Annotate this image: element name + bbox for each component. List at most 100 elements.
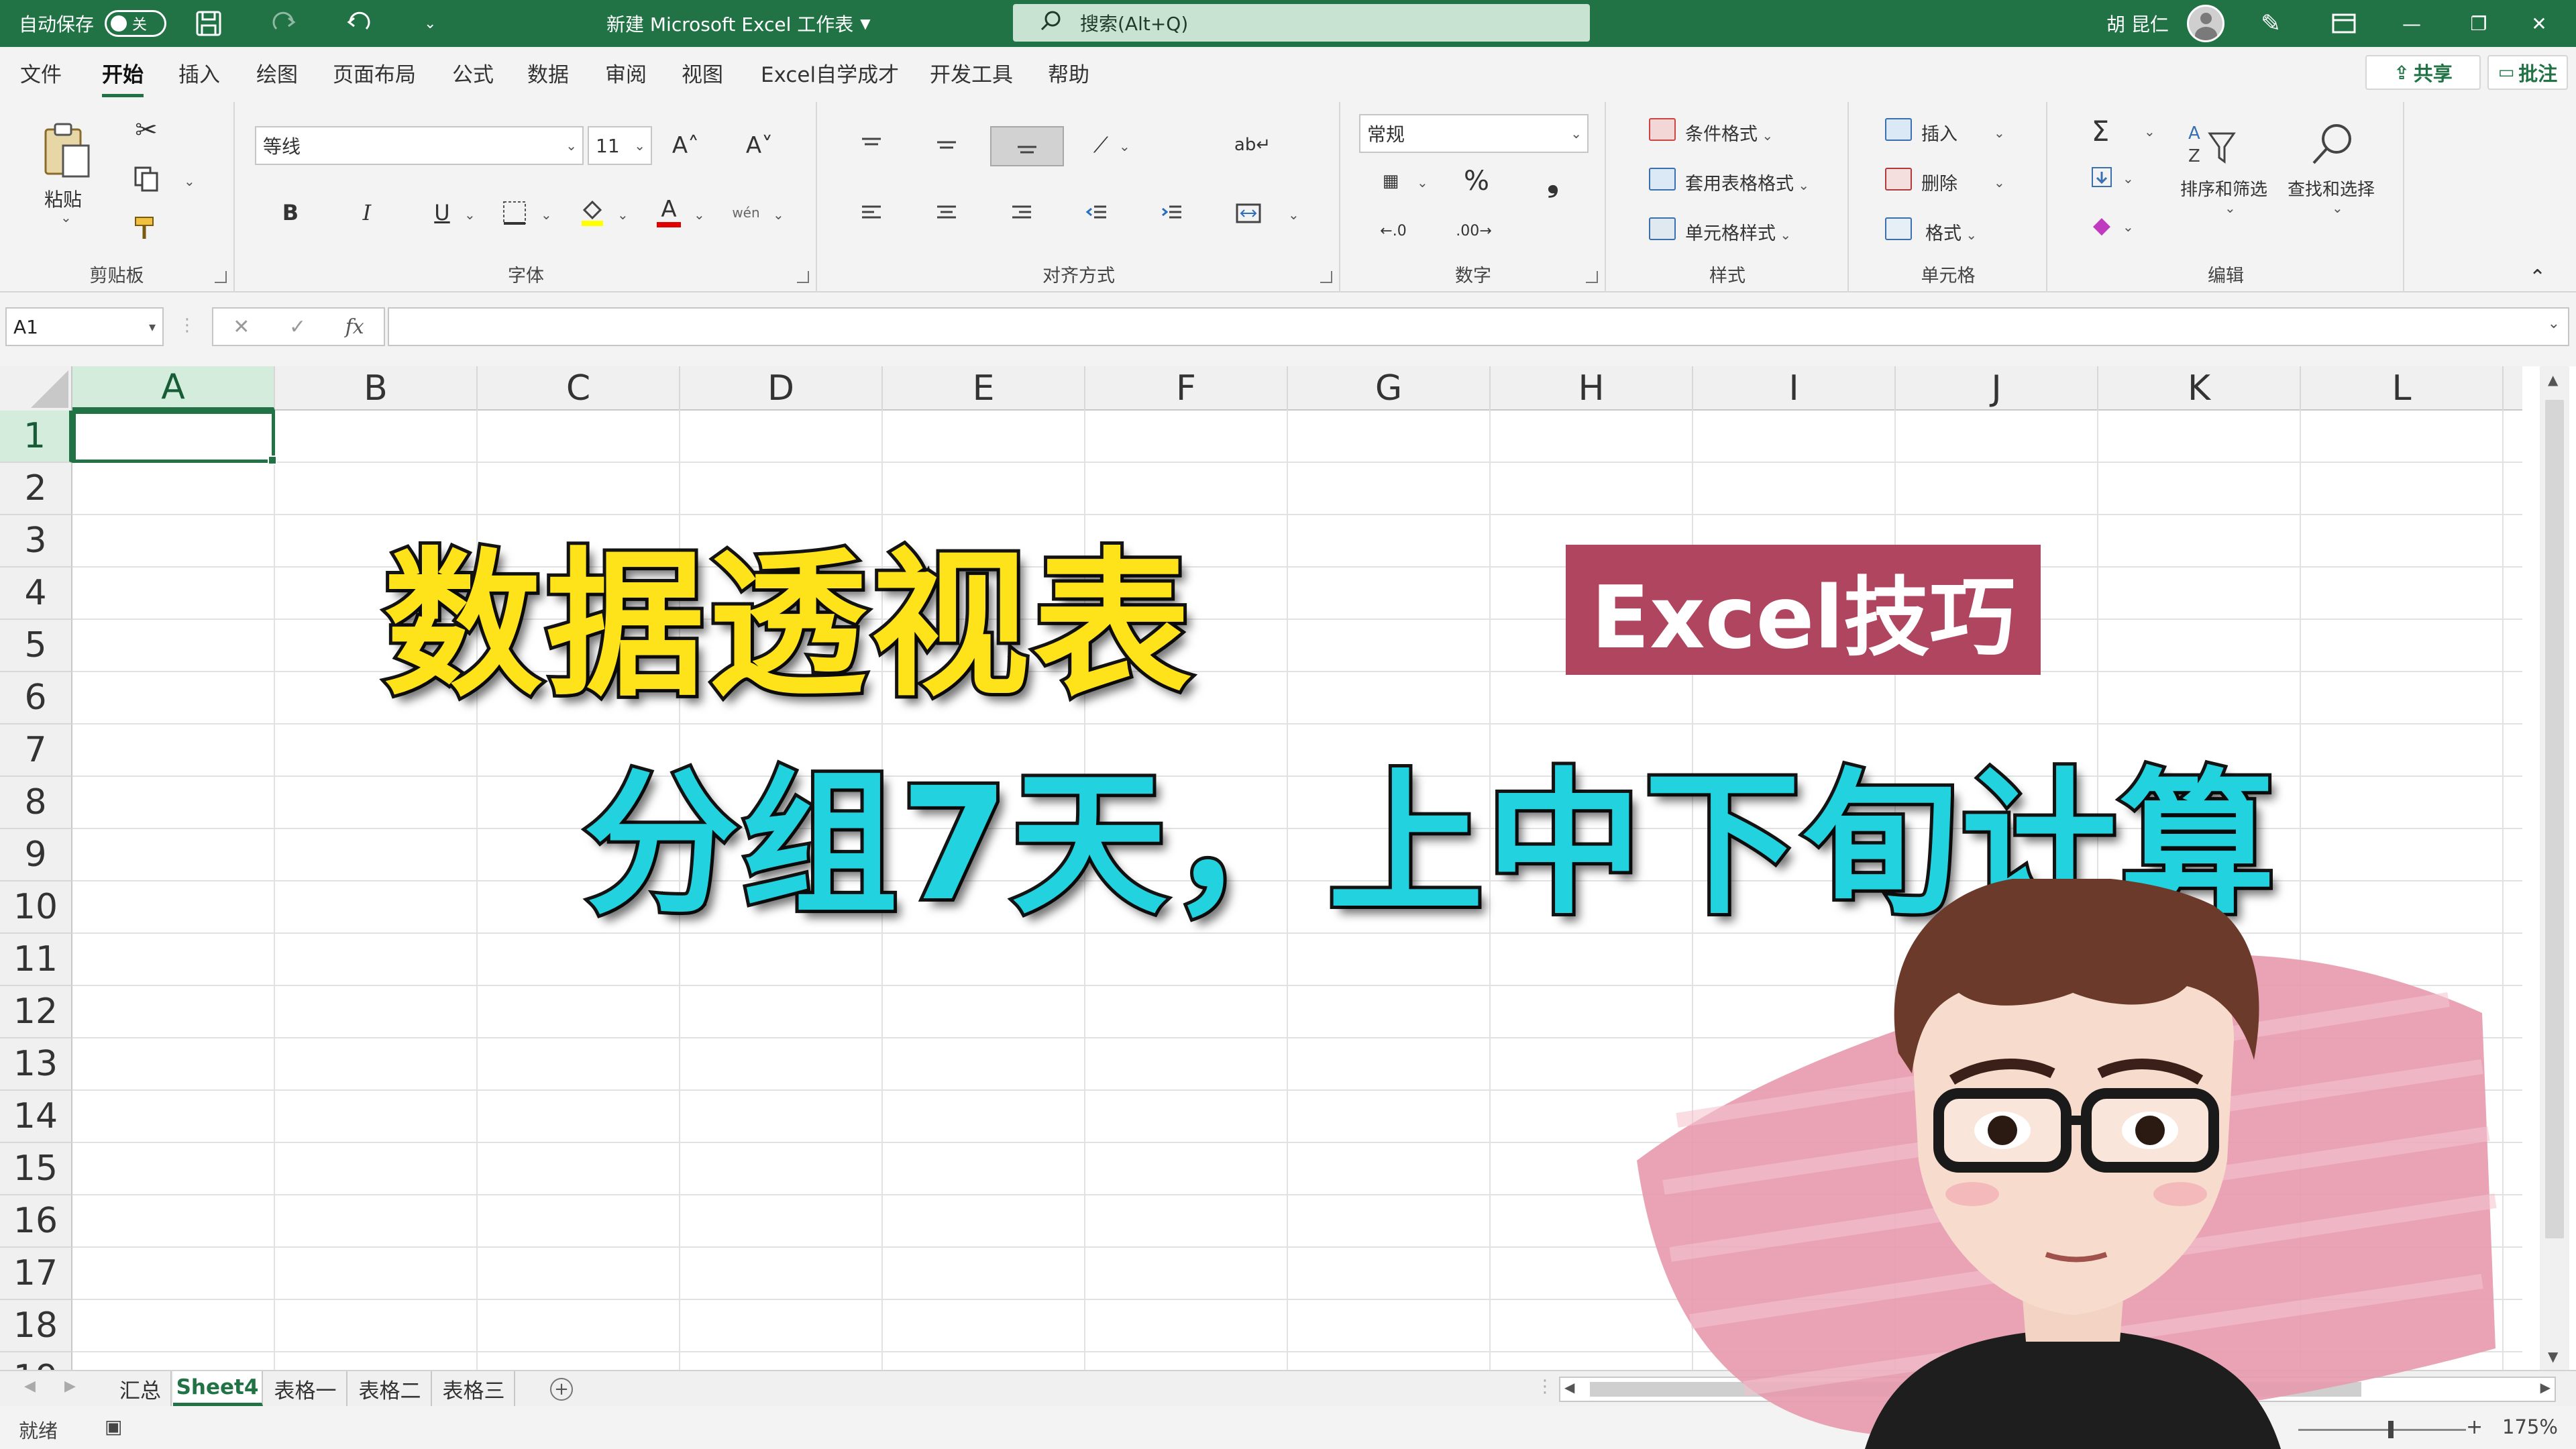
tab-excel-self-study[interactable]: Excel自学成才 (761, 58, 899, 88)
shrink-font-icon[interactable]: A˅ (739, 129, 780, 162)
tab-draw[interactable]: 绘图 (256, 58, 298, 88)
tab-data[interactable]: 数据 (527, 58, 569, 88)
customize-qat-icon[interactable]: ⌄ (424, 0, 436, 47)
delete-cells-button[interactable]: 删除 (1921, 169, 1957, 195)
font-size-select[interactable]: 11 ⌄ (588, 126, 652, 165)
sort-filter-dropdown-icon[interactable]: ⌄ (2224, 200, 2236, 216)
formula-input[interactable]: ⌄ (388, 307, 2569, 346)
collapse-ribbon-icon[interactable]: ⌃ (2529, 266, 2546, 289)
tab-page-layout[interactable]: 页面布局 (333, 58, 416, 88)
tab-file[interactable]: 文件 (20, 58, 62, 88)
column-header-a[interactable]: A (72, 366, 275, 411)
row-header-9[interactable]: 9 (0, 829, 72, 881)
underline-button[interactable]: U (425, 196, 459, 229)
row-header-5[interactable]: 5 (0, 620, 72, 672)
sheet-tab-table1[interactable]: 表格一 (264, 1371, 347, 1406)
cancel-icon[interactable]: ✕ (233, 315, 250, 339)
font-color-icon[interactable]: A (652, 195, 686, 231)
row-header-8[interactable]: 8 (0, 777, 72, 829)
increase-indent-icon[interactable] (1155, 199, 1189, 228)
undo-icon[interactable] (343, 0, 373, 47)
vertical-scroll-thumb[interactable] (2545, 400, 2564, 1238)
percent-button[interactable]: % (1460, 166, 1493, 197)
clipboard-launcher-icon[interactable] (215, 271, 227, 283)
fill-dropdown-icon[interactable]: ⌄ (2123, 170, 2134, 186)
insert-cells-icon[interactable] (1885, 118, 1912, 141)
sheet-tab-table2[interactable]: 表格二 (349, 1371, 432, 1406)
tab-developer[interactable]: 开发工具 (930, 58, 1013, 88)
tab-scroll-right-icon[interactable]: ▶ (64, 1378, 76, 1395)
borders-icon[interactable] (498, 197, 531, 228)
font-launcher-icon[interactable] (797, 271, 809, 283)
cell-styles-button[interactable]: 单元格样式 ⌄ (1685, 219, 1791, 245)
account-avatar[interactable] (2187, 0, 2224, 47)
formula-bar-grip-icon[interactable]: ⋮ (178, 315, 196, 335)
row-header-12[interactable]: 12 (0, 986, 72, 1038)
find-select-dropdown-icon[interactable]: ⌄ (2332, 200, 2343, 216)
ribbon-display-icon[interactable] (2332, 0, 2356, 47)
tab-scroll-left-icon[interactable]: ◀ (24, 1378, 36, 1395)
align-bottom-icon[interactable] (990, 126, 1064, 166)
align-left-icon[interactable] (855, 199, 888, 228)
scroll-down-icon[interactable]: ▼ (2548, 1348, 2558, 1364)
accounting-format-icon[interactable]: ▦ (1374, 166, 1407, 196)
autosum-icon[interactable]: Σ (2084, 114, 2117, 148)
align-top-icon[interactable] (855, 130, 888, 160)
select-all-corner[interactable] (0, 366, 72, 411)
restore-icon[interactable]: ❐ (2449, 0, 2509, 47)
add-sheet-icon[interactable]: + (550, 1378, 573, 1401)
number-format-select[interactable]: 常规 ⌄ (1359, 114, 1589, 153)
row-header-17[interactable]: 17 (0, 1248, 72, 1300)
autosave-toggle[interactable]: 关 (105, 0, 166, 47)
sheet-tab-summary[interactable]: 汇总 (110, 1371, 172, 1406)
accessibility-icon[interactable]: ▣ (105, 1415, 122, 1438)
row-header-19[interactable]: 19 (0, 1352, 72, 1370)
format-cells-icon[interactable] (1885, 217, 1912, 240)
column-header-g[interactable]: G (1288, 366, 1491, 411)
user-name[interactable]: 胡 昆仁 (2106, 0, 2169, 47)
scroll-up-icon[interactable]: ▲ (2548, 372, 2558, 388)
grow-font-icon[interactable]: A˄ (665, 129, 706, 162)
copy-icon[interactable] (127, 164, 165, 193)
decrease-indent-icon[interactable] (1080, 199, 1114, 228)
pen-icon[interactable]: ✎ (2261, 0, 2281, 47)
cut-icon[interactable]: ✂ (131, 115, 161, 146)
fill-color-dropdown-icon[interactable]: ⌄ (617, 207, 629, 223)
align-middle-icon[interactable] (930, 130, 963, 160)
vertical-scrollbar[interactable]: ▲ ▼ (2540, 366, 2569, 1370)
conditional-format-button[interactable]: 条件格式 ⌄ (1685, 119, 1773, 146)
column-header-i[interactable]: I (1693, 366, 1896, 411)
alignment-launcher-icon[interactable] (1320, 271, 1332, 283)
insert-dropdown-icon[interactable]: ⌄ (1994, 125, 2005, 141)
orientation-dropdown-icon[interactable]: ⌄ (1119, 138, 1130, 154)
number-launcher-icon[interactable] (1586, 271, 1598, 283)
column-header-j[interactable]: J (1896, 366, 2098, 411)
row-header-7[interactable]: 7 (0, 724, 72, 777)
font-color-dropdown-icon[interactable]: ⌄ (694, 207, 705, 223)
table-format-icon[interactable] (1649, 168, 1676, 191)
orientation-icon[interactable]: ⟋ (1084, 130, 1118, 160)
row-header-3[interactable]: 3 (0, 515, 72, 568)
paste-dropdown-icon[interactable]: ⌄ (60, 209, 72, 225)
column-header-h[interactable]: H (1491, 366, 1693, 411)
row-header-15[interactable]: 15 (0, 1143, 72, 1195)
delete-dropdown-icon[interactable]: ⌄ (1994, 174, 2005, 191)
clear-dropdown-icon[interactable]: ⌄ (2123, 219, 2134, 235)
clear-icon[interactable]: ◆ (2085, 211, 2118, 240)
tab-review[interactable]: 审阅 (605, 58, 647, 88)
active-cell-a1[interactable] (72, 411, 277, 465)
fill-color-icon[interactable] (576, 196, 609, 229)
underline-dropdown-icon[interactable]: ⌄ (464, 207, 476, 223)
scroll-right-icon[interactable]: ▶ (2540, 1379, 2551, 1395)
wrap-text-icon[interactable]: ab↵ (1234, 130, 1271, 160)
document-title[interactable]: 新建 Microsoft Excel 工作表 ▼ (606, 0, 871, 47)
conditional-format-icon[interactable] (1649, 118, 1676, 141)
save-icon[interactable] (195, 0, 223, 47)
fill-icon[interactable] (2085, 162, 2118, 192)
bold-button[interactable]: B (274, 196, 307, 229)
italic-button[interactable]: I (350, 196, 384, 229)
row-header-6[interactable]: 6 (0, 672, 72, 724)
phonetic-dropdown-icon[interactable]: ⌄ (773, 207, 784, 223)
font-name-select[interactable]: 等线 ⌄ (255, 126, 584, 165)
column-header-e[interactable]: E (883, 366, 1085, 411)
